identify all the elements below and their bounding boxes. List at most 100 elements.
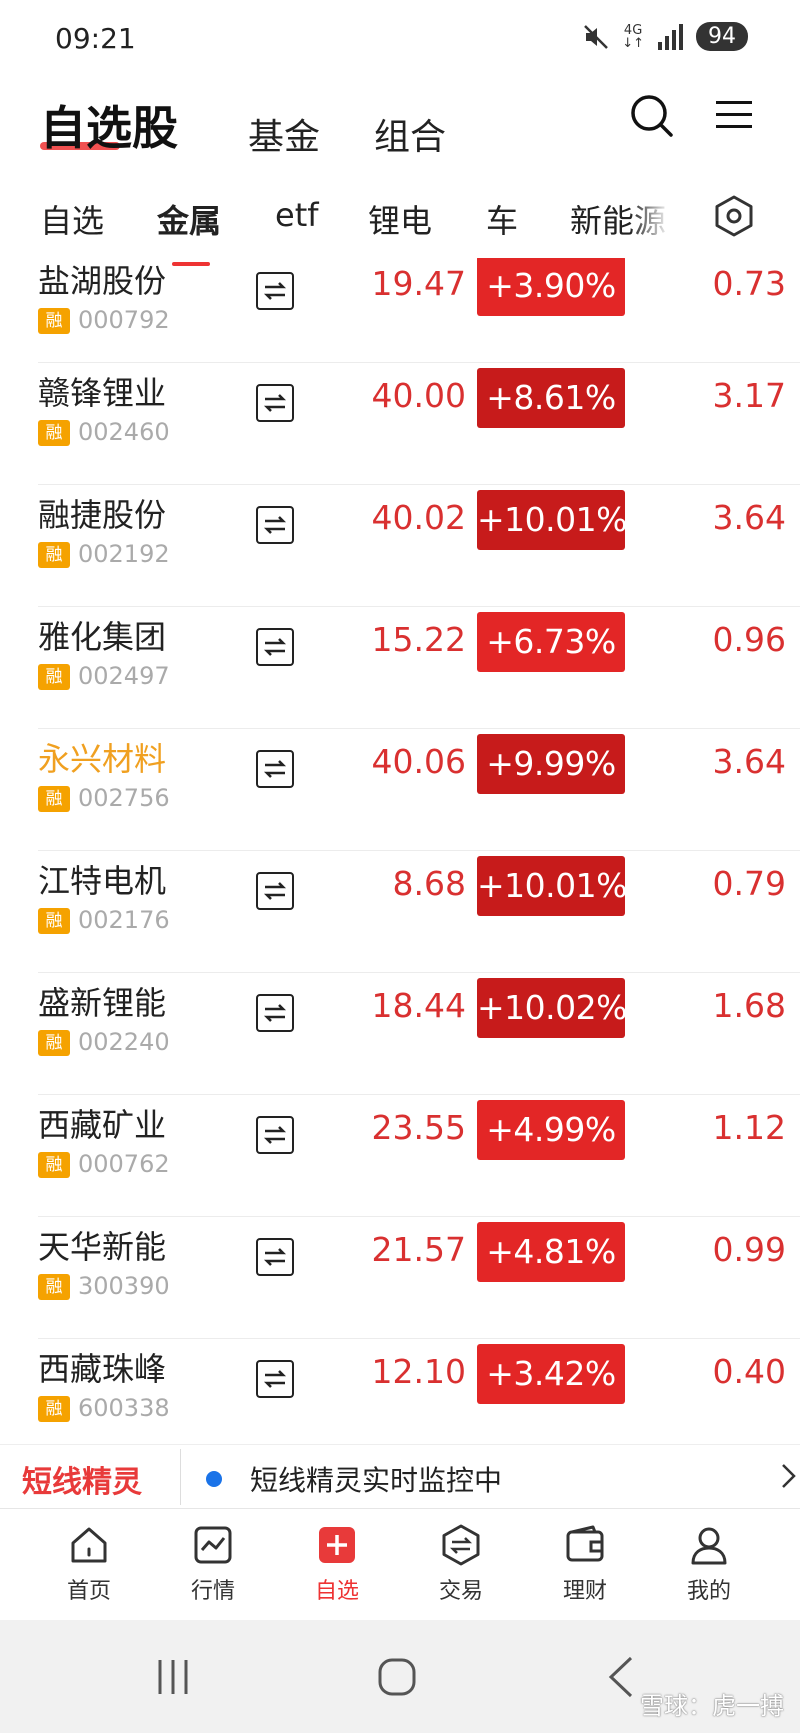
stock-name: 永兴材料 (38, 740, 167, 778)
margin-badge: 融 (38, 786, 70, 812)
category-tab-etf[interactable]: etf (275, 196, 319, 234)
row-divider (38, 850, 800, 851)
category-tab-auto[interactable]: 车 (486, 196, 518, 242)
change-badge[interactable]: +3.90% (477, 258, 625, 316)
stock-price: 18.44 (371, 986, 466, 1025)
margin-badge: 融 (38, 1396, 70, 1422)
row-divider (38, 1094, 800, 1095)
change-badge[interactable]: +4.99% (477, 1100, 625, 1160)
category-tab-favorites[interactable]: 自选 (40, 196, 104, 242)
stock-row[interactable]: 西藏珠峰 融 600338 12.10 +3.42% 0.40 (0, 1338, 800, 1444)
stock-name: 盛新锂能 (38, 984, 167, 1022)
stock-list[interactable]: 盐湖股份 融 000792 19.47 +3.90% 0.73 赣锋锂业 融 0… (0, 258, 800, 1444)
trade-button[interactable] (256, 272, 294, 310)
trade-button[interactable] (256, 994, 294, 1032)
monitor-ticker[interactable]: 短线精灵 短线精灵实时监控中 (0, 1444, 800, 1509)
stock-row[interactable]: 永兴材料 融 002756 40.06 +9.99% 3.64 (0, 728, 800, 850)
stock-code: 002460 (78, 418, 170, 446)
menu-icon[interactable] (714, 98, 754, 132)
stock-code: 300390 (78, 1272, 170, 1300)
back-icon[interactable] (608, 1656, 634, 1698)
stock-ratio: 0.96 (712, 620, 786, 659)
bottom-nav: 首页 行情 自选 交易 理财 我的 (0, 1508, 800, 1621)
nav-home[interactable]: 首页 (27, 1523, 151, 1605)
change-badge[interactable]: +10.01% (477, 490, 627, 550)
chart-icon (194, 1526, 232, 1564)
change-badge[interactable]: +9.99% (477, 734, 625, 794)
change-badge[interactable]: +10.01% (477, 856, 627, 916)
system-nav-bar: 雪球：虎一搏 (0, 1620, 800, 1733)
stock-ratio: 1.12 (712, 1108, 786, 1147)
margin-badge: 融 (38, 308, 70, 334)
exchange-arrows-icon (263, 1126, 287, 1144)
nav-watchlist[interactable]: 自选 (275, 1523, 399, 1605)
stock-row[interactable]: 雅化集团 融 002497 15.22 +6.73% 0.96 (0, 606, 800, 728)
stock-name: 赣锋锂业 (38, 374, 167, 412)
nav-market[interactable]: 行情 (151, 1523, 275, 1605)
change-badge[interactable]: +4.81% (477, 1222, 625, 1282)
margin-badge: 融 (38, 664, 70, 690)
settings-icon[interactable] (712, 194, 756, 238)
network-activity: ↓↑ (622, 35, 644, 51)
network-type: 4G (623, 22, 643, 38)
wallet-icon (566, 1525, 604, 1562)
nav-wealth[interactable]: 理财 (523, 1523, 647, 1605)
nav-profile[interactable]: 我的 (647, 1523, 771, 1605)
exchange-arrows-icon (263, 638, 287, 656)
stock-name: 盐湖股份 (38, 262, 167, 300)
mute-icon (584, 24, 609, 49)
change-badge[interactable]: +8.61% (477, 368, 625, 428)
watermark: 雪球：虎一搏 (640, 1692, 784, 1720)
stock-code: 002756 (78, 784, 170, 812)
trade-button[interactable] (256, 506, 294, 544)
trade-button[interactable] (256, 1238, 294, 1276)
stock-ratio: 3.17 (712, 376, 786, 415)
stock-row[interactable]: 西藏矿业 融 000762 23.55 +4.99% 1.12 (0, 1094, 800, 1216)
category-tab-metals[interactable]: 金属 (157, 196, 221, 242)
ticker-message: 短线精灵实时监控中 (250, 1464, 503, 1497)
chevron-right-icon[interactable] (780, 1463, 796, 1489)
stock-row[interactable]: 江特电机 融 002176 8.68 +10.01% 0.79 (0, 850, 800, 972)
trade-button[interactable] (256, 750, 294, 788)
nav-home-label: 首页 (66, 1579, 111, 1604)
stock-row[interactable]: 盐湖股份 融 000792 19.47 +3.90% 0.73 (0, 258, 800, 372)
stock-ratio: 3.64 (712, 742, 786, 781)
recent-apps-icon[interactable] (155, 1658, 191, 1696)
stock-ratio: 0.79 (712, 864, 786, 903)
trade-button[interactable] (256, 872, 294, 910)
trade-button[interactable] (256, 628, 294, 666)
search-icon[interactable] (628, 92, 674, 138)
change-badge[interactable]: +3.42% (477, 1344, 625, 1404)
home-icon (71, 1527, 107, 1563)
stock-row[interactable]: 融捷股份 融 002192 40.02 +10.01% 3.64 (0, 484, 800, 606)
row-divider (38, 484, 800, 485)
category-tabs: 自选 金属 etf 锂电 车 新能源 (0, 190, 800, 250)
page-title[interactable]: 自选股 (40, 92, 178, 158)
tab-portfolio[interactable]: 组合 (374, 108, 446, 160)
stock-row[interactable]: 盛新锂能 融 002240 18.44 +10.02% 1.68 (0, 972, 800, 1094)
signal-icon (658, 23, 683, 50)
stock-price: 8.68 (392, 864, 466, 903)
change-badge[interactable]: +10.02% (477, 978, 627, 1038)
trade-button[interactable] (256, 1116, 294, 1154)
exchange-arrows-icon (263, 282, 287, 300)
home-button-icon[interactable] (378, 1658, 416, 1696)
category-tab-lithium[interactable]: 锂电 (368, 196, 432, 242)
tab-funds[interactable]: 基金 (248, 108, 320, 160)
trade-button[interactable] (256, 384, 294, 422)
ticker-brand[interactable]: 短线精灵 (22, 1457, 142, 1501)
stock-row[interactable]: 赣锋锂业 融 002460 40.00 +8.61% 3.17 (0, 362, 800, 484)
plus-icon (319, 1527, 355, 1563)
stock-ratio: 1.68 (712, 986, 786, 1025)
trade-button[interactable] (256, 1360, 294, 1398)
nav-trade[interactable]: 交易 (399, 1523, 523, 1605)
live-dot-icon (206, 1471, 222, 1487)
change-badge[interactable]: +6.73% (477, 612, 625, 672)
battery-indicator: 94 (696, 22, 748, 51)
stock-row[interactable]: 天华新能 融 300390 21.57 +4.81% 0.99 (0, 1216, 800, 1338)
exchange-arrows-icon (263, 882, 287, 900)
network-indicator: 4G ↓↑ (622, 24, 644, 50)
nav-trade-label: 交易 (438, 1579, 483, 1604)
stock-name: 江特电机 (38, 862, 167, 900)
stock-code: 000792 (78, 306, 170, 334)
